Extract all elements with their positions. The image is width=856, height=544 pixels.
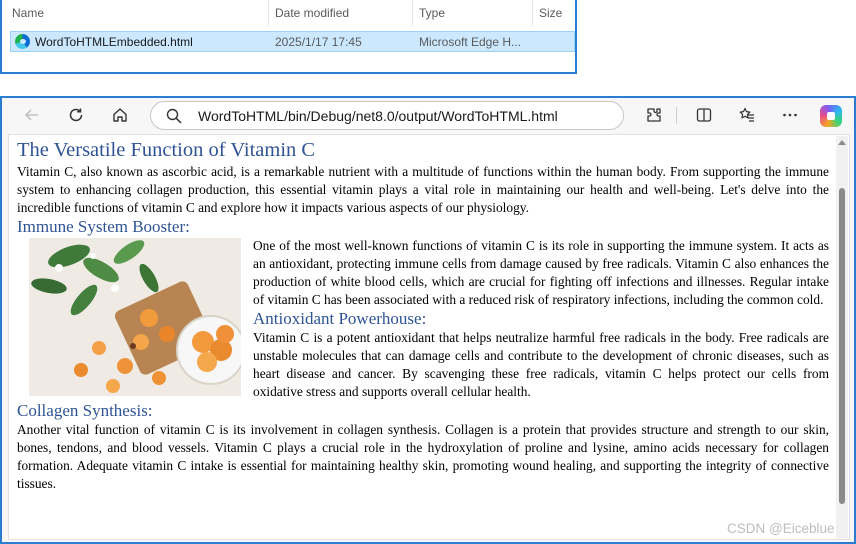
column-name-header[interactable]: Name xyxy=(12,6,44,20)
split-screen-icon xyxy=(696,108,712,122)
split-screen-button[interactable] xyxy=(690,102,718,128)
file-type: Microsoft Edge H... xyxy=(419,35,522,49)
more-icon xyxy=(783,113,797,117)
more-button[interactable] xyxy=(776,102,804,128)
heading-collagen: Collagen Synthesis: xyxy=(17,401,153,420)
url-text[interactable]: WordToHTML/bin/Debug/net8.0/output/WordT… xyxy=(198,108,558,124)
column-type-header[interactable]: Type xyxy=(419,6,445,20)
favorites-button[interactable] xyxy=(733,102,761,128)
copilot-icon[interactable] xyxy=(820,105,842,127)
column-separator[interactable] xyxy=(532,0,533,26)
vertical-scrollbar[interactable] xyxy=(836,136,848,538)
column-date-header[interactable]: Date modified xyxy=(275,6,349,20)
document-content: The Versatile Function of Vitamin C Vita… xyxy=(17,135,829,493)
browser-toolbar: WordToHTML/bin/Debug/net8.0/output/WordT… xyxy=(2,98,854,132)
edge-file-icon xyxy=(15,34,30,49)
column-size-header[interactable]: Size xyxy=(539,6,562,20)
column-header-row: Name Date modified Type Size xyxy=(2,0,575,26)
extensions-button[interactable] xyxy=(640,102,668,128)
column-separator[interactable] xyxy=(412,0,413,26)
page-viewport: The Versatile Function of Vitamin C Vita… xyxy=(8,134,850,540)
home-button[interactable] xyxy=(106,102,134,128)
address-bar[interactable]: WordToHTML/bin/Debug/net8.0/output/WordT… xyxy=(150,101,624,130)
favorites-icon xyxy=(739,107,754,122)
toolbar-divider xyxy=(676,107,677,124)
scroll-thumb[interactable] xyxy=(839,188,845,504)
extensions-icon xyxy=(647,108,661,122)
column-separator[interactable] xyxy=(268,0,269,26)
search-icon xyxy=(166,108,182,124)
collagen-paragraph: Another vital function of vitamin C is i… xyxy=(17,422,829,491)
file-row-selected[interactable]: WordToHTMLEmbedded.html 2025/1/17 17:45 … xyxy=(10,31,575,52)
file-name: WordToHTMLEmbedded.html xyxy=(35,35,193,49)
page-title: The Versatile Function of Vitamin C xyxy=(17,139,316,161)
apricot-image-icon xyxy=(29,238,241,396)
refresh-icon xyxy=(69,108,83,122)
home-icon xyxy=(113,108,127,122)
browser-window: WordToHTML/bin/Debug/net8.0/output/WordT… xyxy=(0,96,856,544)
scroll-up-arrow-icon[interactable] xyxy=(838,140,846,145)
refresh-button[interactable] xyxy=(62,102,90,128)
apricot-photo xyxy=(29,238,241,396)
back-icon xyxy=(24,109,38,121)
watermark-text: CSDN @Eiceblue xyxy=(727,521,835,536)
file-explorer-panel: Name Date modified Type Size WordToHTMLE… xyxy=(0,0,577,74)
heading-immune: Immune System Booster: xyxy=(17,217,190,236)
intro-paragraph: Vitamin C, also known as ascorbic acid, … xyxy=(17,164,829,215)
back-button[interactable] xyxy=(18,102,46,128)
file-date: 2025/1/17 17:45 xyxy=(275,35,362,49)
